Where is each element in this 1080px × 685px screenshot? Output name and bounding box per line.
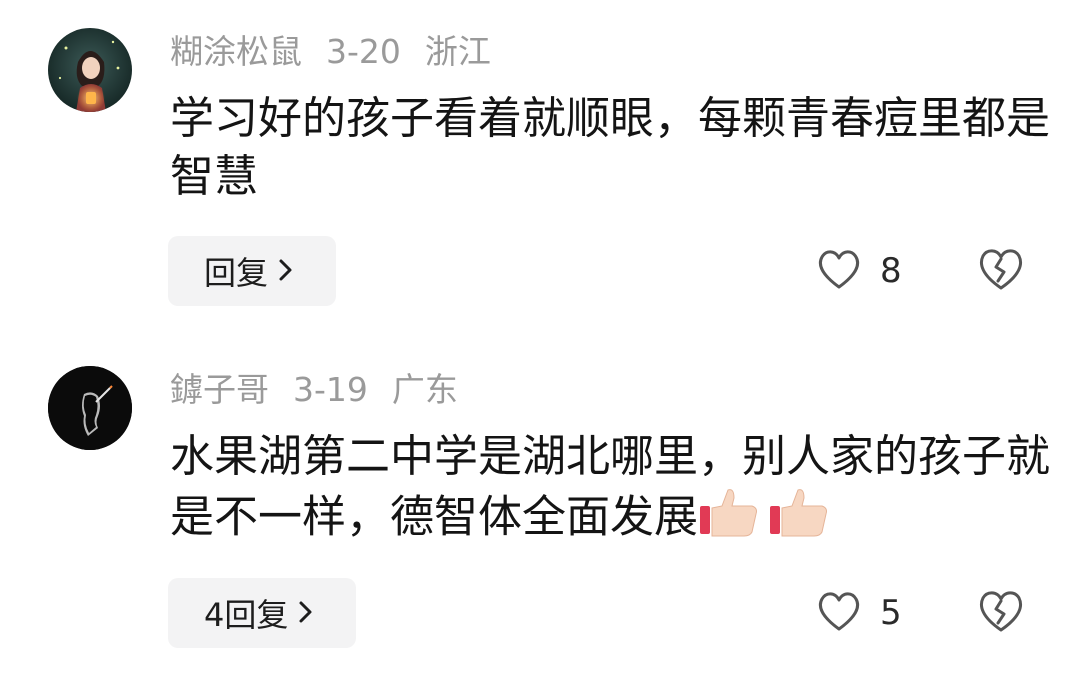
comment-location: 浙江 bbox=[424, 32, 491, 71]
comment-date: 3-20 bbox=[326, 32, 401, 71]
avatar[interactable] bbox=[48, 366, 132, 450]
reply-label: 4回复 bbox=[204, 596, 289, 634]
chevron-right-icon bbox=[298, 594, 314, 632]
comment-item: 糊涂松鼠 3-20 浙江 学习好的孩子看着就顺眼，每颗青春痘里都是智慧 回复 8 bbox=[0, 0, 1080, 340]
comment-item: 鏬子哥 3-19 广东 水果湖第二中学是湖北哪里，别人家的孩子就是不一样，德智体全面… bbox=[0, 340, 1080, 685]
chevron-right-icon bbox=[278, 252, 294, 290]
heart-icon bbox=[816, 248, 862, 294]
dislike-button[interactable] bbox=[976, 588, 1026, 638]
comment-date: 3-19 bbox=[293, 370, 368, 409]
thumbs-up-icon bbox=[698, 486, 760, 553]
username[interactable]: 鏬子哥 bbox=[170, 370, 269, 409]
comment-text-body: 水果湖第二中学是湖北哪里，别人家的孩子就是不一样，德智体全面发展 bbox=[170, 431, 1050, 543]
reply-button[interactable]: 回复 bbox=[168, 236, 336, 306]
girl-with-lantern-avatar-icon bbox=[48, 28, 132, 112]
avatar[interactable] bbox=[48, 28, 132, 112]
reply-label: 回复 bbox=[204, 254, 269, 292]
dislike-button[interactable] bbox=[976, 246, 1026, 296]
comment-text: 水果湖第二中学是湖北哪里，别人家的孩子就是不一样，德智体全面发展 bbox=[170, 428, 1050, 553]
comment-meta: 糊涂松鼠 3-20 浙江 bbox=[170, 32, 515, 72]
comment-location: 广东 bbox=[391, 370, 458, 409]
username[interactable]: 糊涂松鼠 bbox=[170, 32, 302, 71]
thumbs-up-icon bbox=[768, 486, 830, 553]
broken-heart-icon bbox=[979, 249, 1023, 290]
comment-text: 学习好的孩子看着就顺眼，每颗青春痘里都是智慧 bbox=[170, 93, 1050, 202]
like-button[interactable]: 8 bbox=[816, 246, 902, 296]
like-count: 5 bbox=[880, 593, 902, 633]
reply-button[interactable]: 4回复 bbox=[168, 578, 356, 648]
silhouette-smoking-avatar-icon bbox=[48, 366, 132, 450]
like-count: 8 bbox=[880, 251, 902, 291]
broken-heart-icon bbox=[979, 591, 1023, 632]
comment-meta: 鏬子哥 3-19 广东 bbox=[170, 370, 482, 410]
heart-icon bbox=[816, 590, 862, 636]
like-button[interactable]: 5 bbox=[816, 588, 902, 638]
